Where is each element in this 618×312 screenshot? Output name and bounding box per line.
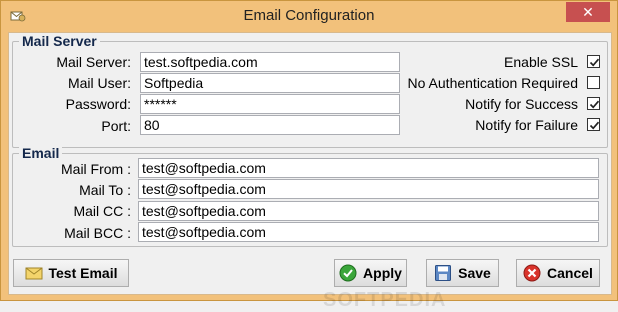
mail-server-group-title: Mail Server [19,33,100,49]
checkmark-icon [589,58,600,67]
password-input[interactable]: ****** [140,94,400,114]
mail-bcc-label: Mail BCC : [64,225,131,241]
window-title: Email Configuration [243,7,375,24]
test-email-label: Test Email [48,265,118,281]
mail-server-label: Mail Server: [56,54,131,70]
email-group-title: Email [19,145,63,161]
mail-cc-label: Mail CC : [73,203,131,219]
notify-success-label: Notify for Success [465,96,578,112]
enable-ssl-label: Enable SSL [504,54,578,70]
mail-from-input[interactable]: test@softpedia.com [138,158,599,178]
save-button[interactable]: Save [426,259,499,287]
notify-failure-checkbox[interactable] [587,118,600,131]
save-label: Save [458,265,491,281]
password-label: Password: [65,96,131,112]
apply-label: Apply [363,265,402,281]
mail-to-input[interactable]: test@softpedia.com [138,179,599,199]
port-label: Port: [101,118,131,134]
title-bar[interactable]: Email Configuration ✕ [1,1,617,32]
mail-to-label: Mail To : [79,182,131,198]
dialog-body: Mail Server Mail Server: test.softpedia.… [8,32,612,311]
close-button[interactable]: ✕ [566,2,610,22]
notify-failure-label: Notify for Failure [475,117,578,133]
checkmark-icon [589,100,600,109]
cancel-label: Cancel [547,265,593,281]
envelope-icon [25,264,43,282]
test-email-button[interactable]: Test Email [13,259,129,287]
apply-button[interactable]: Apply [334,259,407,287]
cancel-icon [523,264,541,282]
enable-ssl-checkbox[interactable] [587,55,600,68]
save-icon [434,264,452,282]
no-authentication-checkbox[interactable] [587,76,600,89]
mail-cc-input[interactable]: test@softpedia.com [138,201,599,221]
cancel-button[interactable]: Cancel [516,259,600,287]
mail-user-label: Mail User: [67,75,131,91]
checkmark-circle-icon [339,264,357,282]
mail-from-label: Mail From : [61,161,131,177]
no-authentication-label: No Authentication Required [407,75,578,91]
mail-server-input[interactable]: test.softpedia.com [140,52,400,72]
mail-bcc-input[interactable]: test@softpedia.com [138,222,599,242]
port-input[interactable]: 80 [140,115,400,135]
mail-user-input[interactable]: Softpedia [140,73,400,93]
email-configuration-window: Email Configuration ✕ Mail Server Mail S… [0,0,618,311]
checkmark-icon [589,121,600,130]
close-icon: ✕ [582,4,594,20]
notify-success-checkbox[interactable] [587,97,600,110]
